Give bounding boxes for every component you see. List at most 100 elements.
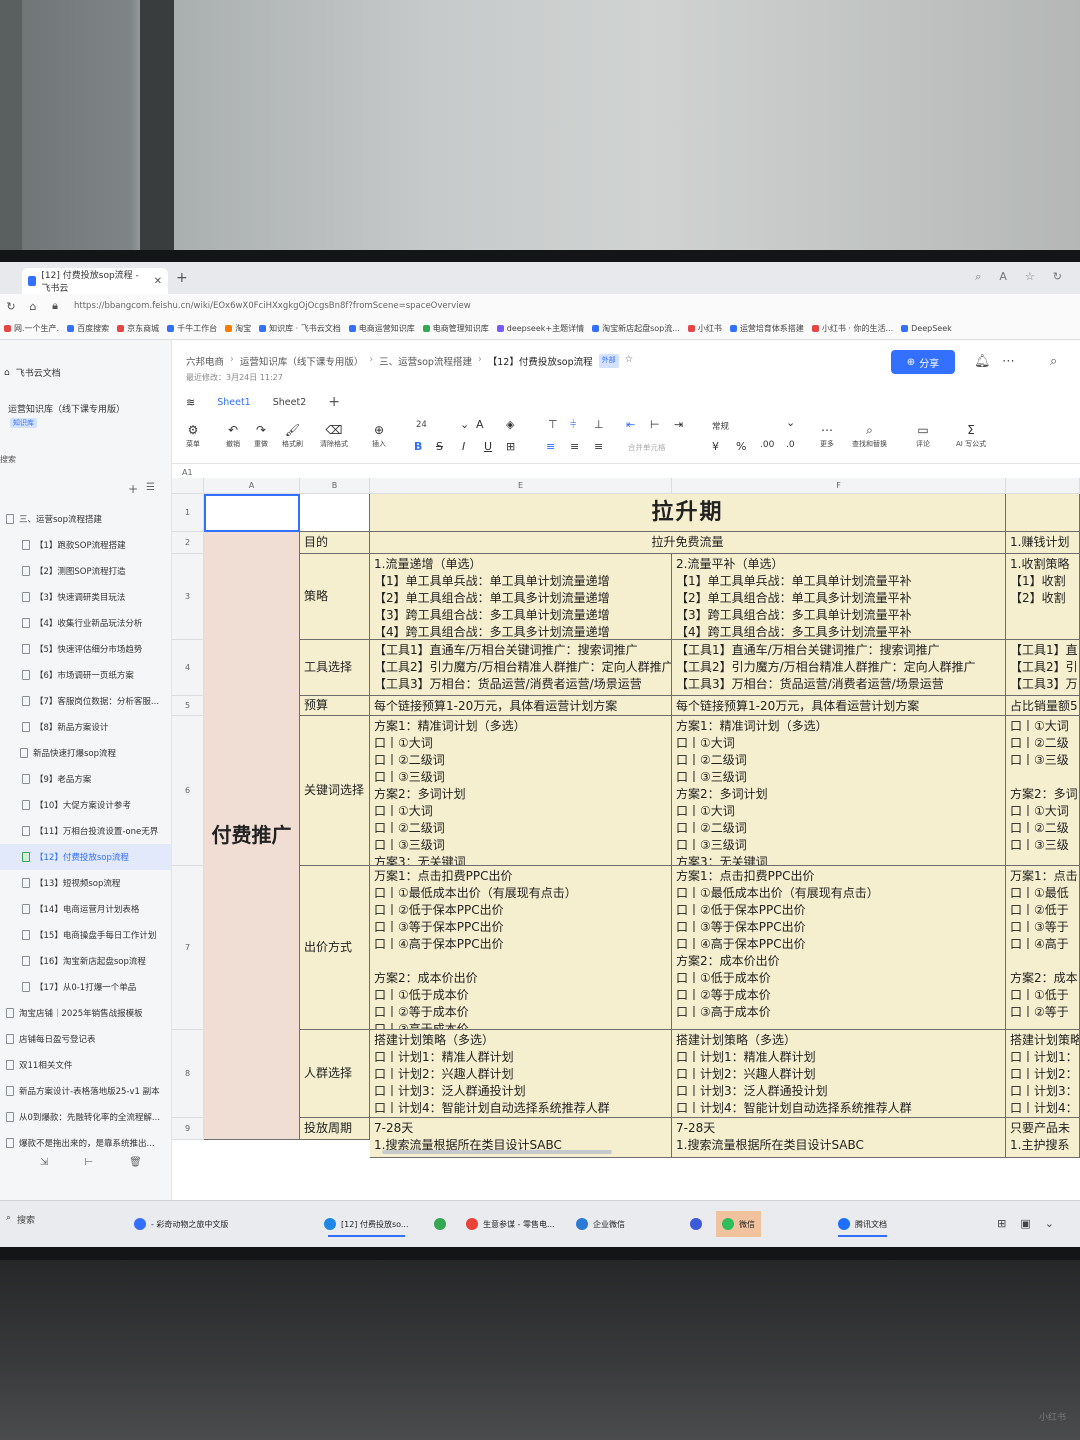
space-title[interactable]: 运营知识库（线下课专用版）: [8, 402, 125, 415]
new-tab-icon[interactable]: +: [176, 270, 188, 286]
currency-icon[interactable]: ¥: [712, 440, 719, 453]
cell-e6[interactable]: 方案1：精准词计划（多选） 口丨①大词 口丨②二级词 口丨③三级词 方案2：多词计划 口丨…: [370, 716, 672, 866]
label-bidding[interactable]: 出价方式: [300, 866, 370, 1030]
bookmark-item[interactable]: 知识库 · 飞书云文档: [259, 323, 341, 334]
name-box[interactable]: A1: [182, 468, 193, 477]
sidebar-item[interactable]: 新品快速打爆sop流程: [0, 740, 171, 766]
insert-button[interactable]: ⊕ 插入: [372, 424, 386, 449]
chevron-down-icon[interactable]: ⌄: [460, 418, 469, 431]
zoom-icon[interactable]: ⌕: [975, 270, 981, 284]
cell-e7[interactable]: 万案1：点击扣费PPC出价 口丨①最低成本出价（有展现有点击） 口丨②低于保本PPC…: [370, 866, 672, 1030]
cell-f9[interactable]: 7-28天 1.搜索流量根据所在类目设计SABC: [672, 1118, 1006, 1158]
cell-e5[interactable]: 每个链接预算1-20万元，具体看运营计划方案: [370, 696, 672, 716]
cell-f6[interactable]: 方案1：精准词计划（多选） 口丨①大词 口丨②二级词 口丨③三级词 方案2：多词计划 口丨…: [672, 716, 1006, 866]
column-header[interactable]: B: [300, 478, 370, 494]
column-header[interactable]: A: [204, 478, 300, 494]
layers-icon[interactable]: ≋: [186, 396, 195, 409]
bookmark-item[interactable]: 电商管理知识库: [422, 323, 489, 334]
align-left-icon[interactable]: ≡: [546, 440, 555, 453]
border-icon[interactable]: ⊞: [506, 440, 515, 453]
clear-format-button[interactable]: ⌫ 清除格式: [320, 424, 348, 449]
sidebar-item[interactable]: 【10】大促方案设计参考: [0, 792, 171, 818]
taskbar-search[interactable]: ⌕ 搜索: [6, 1213, 35, 1226]
cell-g8[interactable]: 搭建计划策略 口丨计划1： 口丨计划2： 口丨计划3： 口丨计划4：: [1006, 1030, 1080, 1118]
sidebar-item[interactable]: 【9】老品方案: [0, 766, 171, 792]
sidebar-item[interactable]: 【14】电商运营月计划表格: [0, 896, 171, 922]
clip-icon[interactable]: ⇥: [674, 418, 683, 431]
percent-icon[interactable]: %: [736, 440, 746, 453]
cell-f5[interactable]: 每个链接预算1-20万元，具体看运营计划方案: [672, 696, 1006, 716]
favorite-star-icon[interactable]: ☆: [1025, 270, 1035, 284]
sidebar-item[interactable]: 店铺每日盈亏登记表: [0, 1026, 171, 1052]
find-replace-button[interactable]: ⌕ 查找和替换: [852, 424, 887, 449]
bookmark-item[interactable]: 千牛工作台: [167, 323, 217, 334]
cell-e3[interactable]: 1.流量递增（单选） 【1】单工具单兵战：单工具单计划流量递增 【2】单工具组合战：…: [370, 554, 672, 640]
sidebar-item[interactable]: 淘宝店铺｜2025年销售战报模板: [0, 1000, 171, 1026]
cell-f7[interactable]: 方案1：点击扣费PPC出价 口丨①最低成本出价（有展现有点击） 口丨②低于保本PPC…: [672, 866, 1006, 1030]
bookmark-item[interactable]: 运营培育体系搭建: [729, 323, 804, 334]
tree-icon[interactable]: ⊢: [84, 1157, 93, 1168]
grid-view-icon[interactable]: ⊞: [997, 1217, 1006, 1230]
select-all-corner[interactable]: [172, 478, 204, 494]
taskbar-app[interactable]: 生意参谋 - 零售电...: [460, 1211, 561, 1237]
read-aloud-icon[interactable]: A: [999, 270, 1007, 284]
number-format-select[interactable]: 常规: [712, 420, 729, 432]
bookmark-item[interactable]: DeepSeek: [901, 324, 952, 333]
fill-color-icon[interactable]: ◈: [506, 418, 514, 431]
sidebar-item[interactable]: 双11相关文件: [0, 1052, 171, 1078]
bookmark-item[interactable]: 小红书: [687, 323, 722, 334]
taskbar-app[interactable]: [12] 付费投放so...: [318, 1211, 415, 1237]
ai-formula-button[interactable]: Σ AI 写公式: [956, 424, 986, 449]
menu-button[interactable]: ⚙ 菜单: [186, 424, 200, 449]
reload-icon[interactable]: ↻: [0, 300, 22, 313]
title-cell[interactable]: 拉升期: [370, 494, 1006, 532]
row-header[interactable]: 8: [172, 1030, 204, 1118]
row-header[interactable]: 2: [172, 532, 204, 554]
collapse-icon[interactable]: ☰: [146, 482, 155, 493]
refresh-icon[interactable]: ↻: [1053, 270, 1062, 284]
share-icon[interactable]: ⇲: [40, 1157, 48, 1168]
cell-b1[interactable]: [300, 494, 370, 532]
bold-icon[interactable]: B: [414, 440, 422, 453]
sidebar-item[interactable]: 【11】万相台投流设置-one无界: [0, 818, 171, 844]
close-icon[interactable]: ✕: [154, 276, 162, 287]
bookmark-item[interactable]: 京东商城: [117, 323, 159, 334]
merge-cells-button[interactable]: 合并单元格: [628, 442, 666, 453]
label-cycle[interactable]: 投放周期: [300, 1118, 370, 1140]
comment-button[interactable]: ▭ 评论: [916, 424, 930, 449]
tab-sheet1[interactable]: Sheet1: [217, 397, 251, 408]
sidebar-item[interactable]: 从0到爆款：先融转化率的全流程解...: [0, 1104, 171, 1130]
format-painter-button[interactable]: 🖌︎ 格式刷: [282, 424, 303, 449]
taskbar-app[interactable]: - 彩奇动物之旅中文版: [128, 1211, 234, 1237]
cell-g1[interactable]: [1006, 494, 1080, 532]
row-header[interactable]: 5: [172, 696, 204, 716]
sidebar-item[interactable]: 【1】跑款SOP流程搭建: [0, 532, 171, 558]
add-sheet-icon[interactable]: +: [328, 394, 340, 410]
label-budget[interactable]: 预算: [300, 696, 370, 716]
font-size-select[interactable]: 24: [416, 420, 427, 430]
taskbar-app[interactable]: 企业微信: [570, 1211, 631, 1237]
breadcrumb-item[interactable]: 三、运营sop流程搭建: [379, 354, 472, 368]
sidebar-item[interactable]: 【8】新品方案设计: [0, 714, 171, 740]
strikethrough-icon[interactable]: S: [436, 440, 443, 453]
bell-icon[interactable]: 🔔︎: [974, 354, 991, 369]
sidebar-item[interactable]: 【3】快速调研类目玩法: [0, 584, 171, 610]
sidebar-search[interactable]: 搜索: [0, 454, 16, 465]
cell-g4[interactable]: 【工具1】直 【工具2】引 【工具3】万: [1006, 640, 1080, 696]
sidebar-item[interactable]: 新品方案设计-表格落地版25-v1 副本: [0, 1078, 171, 1104]
more-button[interactable]: ⋯ 更多: [820, 424, 834, 449]
star-icon[interactable]: ☆: [625, 354, 634, 368]
more-icon[interactable]: ⋯: [1002, 354, 1015, 369]
column-header[interactable]: E: [370, 478, 672, 494]
decimal-increase-icon[interactable]: .00: [760, 440, 774, 450]
align-middle-icon[interactable]: ⫩: [570, 418, 576, 432]
taskbar-app[interactable]: 微信: [716, 1211, 761, 1237]
tab-sheet2[interactable]: Sheet2: [273, 397, 307, 408]
search-icon[interactable]: ⌕: [1050, 354, 1057, 369]
cell-g3[interactable]: 1.收割策略 【1】收割 【2】收割: [1006, 554, 1080, 640]
bookmark-item[interactable]: 电商运营知识库: [348, 323, 415, 334]
bookmark-item[interactable]: 百度搜索: [67, 323, 109, 334]
sidebar-item[interactable]: 【13】短视频sop流程: [0, 870, 171, 896]
cell-g7[interactable]: 万案1：点击 口丨①最低 口丨②低于 口丨③等于 口丨④高于 方案2：成本 口丨①低于 口丨…: [1006, 866, 1080, 1030]
label-keyword[interactable]: 关键词选择: [300, 716, 370, 866]
